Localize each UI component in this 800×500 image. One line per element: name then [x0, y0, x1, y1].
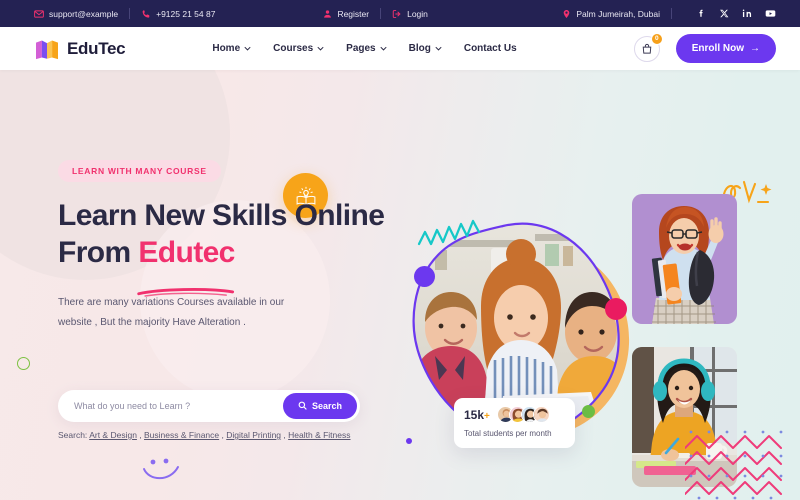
- green-ring-decoration: [17, 357, 30, 370]
- nav-item-blog-label: Blog: [408, 43, 431, 54]
- chevron-down-icon: [380, 45, 387, 52]
- search-links-label: Search:: [58, 430, 88, 440]
- brand-name: EduTec: [67, 38, 126, 58]
- stats-value: 15k+: [464, 408, 490, 422]
- search-icon: [298, 401, 307, 412]
- nav-item-home-label: Home: [212, 43, 241, 54]
- stats-card: 15k+ Total students per month: [454, 398, 575, 448]
- avatar: [532, 406, 550, 423]
- landing-page: support@example +9125 21 54 87 Register …: [0, 0, 800, 500]
- stats-value-number: 15k: [464, 407, 485, 422]
- search-link-business-finance[interactable]: Business & Finance: [144, 430, 219, 440]
- hero-copy: LEARN WITH MANY COURSE Learn New Skills …: [58, 160, 388, 333]
- topbar-email[interactable]: support@example: [34, 9, 118, 19]
- search-link-art-design[interactable]: Art & Design: [89, 430, 137, 440]
- enroll-now-button[interactable]: Enroll Now →: [675, 34, 776, 63]
- stats-value-plus: +: [484, 410, 490, 422]
- nav-links: Home Courses Pages Blog Contact Us: [212, 43, 516, 54]
- login-link[interactable]: Login: [392, 9, 428, 19]
- cart-count-badge: 0: [650, 32, 663, 45]
- hero-title-line2-prefix: From: [58, 236, 139, 270]
- nav-item-home[interactable]: Home: [212, 43, 251, 54]
- green-dot-decoration: [582, 405, 595, 418]
- x-icon[interactable]: [719, 8, 729, 19]
- hero-section: LEARN WITH MANY COURSE Learn New Skills …: [0, 70, 800, 500]
- location-display: Palm Jumeirah, Dubai: [562, 9, 660, 19]
- pink-zigzag-pattern-decoration: [685, 430, 783, 500]
- topbar-divider-2: [380, 8, 382, 19]
- topbar-phone-text: +9125 21 54 87: [156, 8, 216, 19]
- hero-title: Learn New Skills Online From Edutec: [58, 197, 388, 298]
- arrow-right-icon: →: [750, 43, 760, 54]
- purple-dot-decoration: [414, 266, 435, 287]
- brand-logo[interactable]: EduTec: [34, 38, 126, 60]
- search-link-digital-printing[interactable]: Digital Printing: [226, 430, 281, 440]
- cart-button[interactable]: 0: [633, 32, 663, 62]
- hero-title-highlight: Edutec: [138, 236, 235, 270]
- top-utility-bar: support@example +9125 21 54 87 Register …: [0, 0, 800, 27]
- small-purple-dot-decoration: [406, 438, 412, 444]
- main-navbar: EduTec Home Courses Pages Blog Contact U…: [0, 27, 800, 70]
- purple-smiley-decoration: [140, 455, 184, 483]
- register-label: Register: [337, 8, 370, 19]
- stats-label: Total students per month: [464, 429, 552, 438]
- chevron-down-icon: [244, 45, 251, 52]
- phone-icon: [141, 9, 151, 19]
- stats-card-top: 15k+: [464, 406, 565, 423]
- register-link[interactable]: Register: [323, 9, 369, 19]
- stats-avatar-group: [496, 406, 550, 423]
- enroll-now-label: Enroll Now: [691, 43, 744, 54]
- login-label: Login: [407, 8, 428, 19]
- nav-item-blog[interactable]: Blog: [409, 43, 442, 54]
- search-suggestion-links: Search: Art & Design , Business & Financ…: [58, 430, 351, 440]
- location-text: Palm Jumeirah, Dubai: [576, 8, 660, 19]
- search-button[interactable]: Search: [282, 393, 357, 419]
- teal-zigzag-decoration: [417, 218, 487, 250]
- user-icon: [323, 9, 332, 19]
- nav-item-courses[interactable]: Courses: [273, 43, 324, 54]
- topbar-contact-group: support@example +9125 21 54 87: [34, 8, 215, 19]
- hero-description: There are many variations Courses availa…: [58, 297, 285, 329]
- nav-item-courses-label: Courses: [273, 43, 314, 54]
- hero-search-bar: Search: [58, 390, 360, 422]
- search-link-sep-1: ,: [136, 430, 145, 440]
- topbar-divider-3: [671, 8, 672, 19]
- topbar-account-group: Register Login: [323, 8, 428, 19]
- search-input[interactable]: [74, 401, 283, 411]
- student-waving-with-books-photo: [632, 194, 737, 324]
- nav-item-pages[interactable]: Pages: [346, 43, 387, 54]
- hero-tagline-badge: LEARN WITH MANY COURSE: [58, 160, 221, 182]
- nav-item-contact-us-label: Contact Us: [463, 43, 517, 54]
- topbar-divider-1: [129, 8, 131, 19]
- search-link-health-fitness[interactable]: Health & Fitness: [288, 430, 350, 440]
- hero-title-highlight-wrap: Edutec: [137, 234, 235, 298]
- youtube-icon[interactable]: [765, 8, 776, 19]
- chevron-down-icon: [435, 45, 442, 52]
- nav-item-pages-label: Pages: [346, 43, 376, 54]
- envelope-icon: [34, 9, 44, 19]
- navbar-actions: 0 Enroll Now →: [633, 32, 776, 63]
- hero-title-line1: Learn New Skills Online: [58, 199, 385, 232]
- topbar-email-text: support@example: [49, 8, 119, 19]
- linkedin-icon[interactable]: [742, 8, 752, 19]
- open-book-logo-icon: [34, 38, 60, 60]
- topbar-location-social-group: Palm Jumeirah, Dubai: [562, 8, 776, 19]
- pink-dot-decoration: [605, 298, 627, 320]
- pink-underline-stroke-decoration: [136, 269, 236, 298]
- topbar-phone[interactable]: +9125 21 54 87: [141, 9, 215, 19]
- search-button-label: Search: [311, 401, 342, 411]
- login-arrow-icon: [392, 9, 402, 19]
- map-pin-icon: [562, 9, 571, 19]
- nav-item-contact-us[interactable]: Contact Us: [464, 43, 517, 54]
- chevron-down-icon: [317, 45, 324, 52]
- facebook-icon[interactable]: [696, 8, 706, 19]
